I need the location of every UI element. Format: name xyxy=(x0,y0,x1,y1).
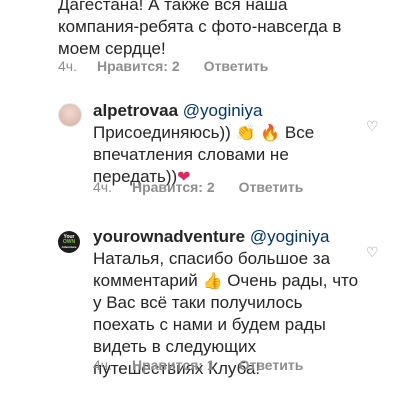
reply-line: поехать с нами и будем рады xyxy=(93,315,326,334)
reply-button[interactable]: Ответить xyxy=(239,179,304,195)
likes-count-button[interactable]: Нравится: 1 xyxy=(132,357,215,373)
comment-text: Дагестана! А также вся наша компания-реб… xyxy=(58,0,378,60)
mention-link[interactable]: @yoginiya xyxy=(183,101,263,120)
reply-meta: 4ч. Нравится: 2 Ответить xyxy=(93,179,303,195)
reply-line: видеть в следующих xyxy=(93,337,257,356)
comment-meta: 4ч. Нравится: 2 Ответить xyxy=(58,58,268,74)
comment-time: 4ч. xyxy=(58,58,77,74)
comment-line: Дагестана! А также вся наша xyxy=(58,0,288,14)
reply-button[interactable]: Ответить xyxy=(204,58,269,74)
username-link[interactable]: alpetrovaa xyxy=(93,101,178,120)
avatar-logo-text: Adventure xyxy=(61,245,77,249)
avatar[interactable] xyxy=(58,103,82,127)
thumbs-up-icon: 👍 xyxy=(202,271,223,290)
username-link[interactable]: yourownadventure xyxy=(93,227,245,246)
like-heart-icon[interactable]: ♡ xyxy=(366,244,379,261)
reply-time: 4ч. xyxy=(93,357,112,373)
reply-line: у Вас всё таки получилось xyxy=(93,293,303,312)
likes-count-button[interactable]: Нравится: 2 xyxy=(97,58,180,74)
reply-line: Присоединяюсь)) xyxy=(93,123,231,142)
comment-line: компания-ребята с фото-навсегда в xyxy=(58,17,342,36)
comment-line: моем сердце! xyxy=(58,39,166,58)
reply-line: Наталья, спасибо большое за xyxy=(93,249,331,268)
reply-line: впечатления словами не xyxy=(93,145,289,164)
reply-meta: 4ч. Нравится: 1 Ответить xyxy=(93,357,303,373)
reply-time: 4ч. xyxy=(93,179,112,195)
reply-button[interactable]: Ответить xyxy=(239,357,304,373)
reply-line: комментарий xyxy=(93,271,198,290)
fire-icon: 🔥 xyxy=(260,123,281,142)
reply-line: Очень рады, что xyxy=(227,271,359,290)
clapping-hands-icon: 👏 xyxy=(235,123,256,142)
like-heart-icon[interactable]: ♡ xyxy=(366,118,379,135)
avatar[interactable]: Your OWN Adventure xyxy=(58,231,80,253)
reply-text: alpetrovaa @yoginiya Присоединяюсь)) 👏 🔥… xyxy=(93,100,363,188)
reply-line: Все xyxy=(284,123,315,142)
likes-count-button[interactable]: Нравится: 2 xyxy=(132,179,215,195)
mention-link[interactable]: @yoginiya xyxy=(250,227,330,246)
